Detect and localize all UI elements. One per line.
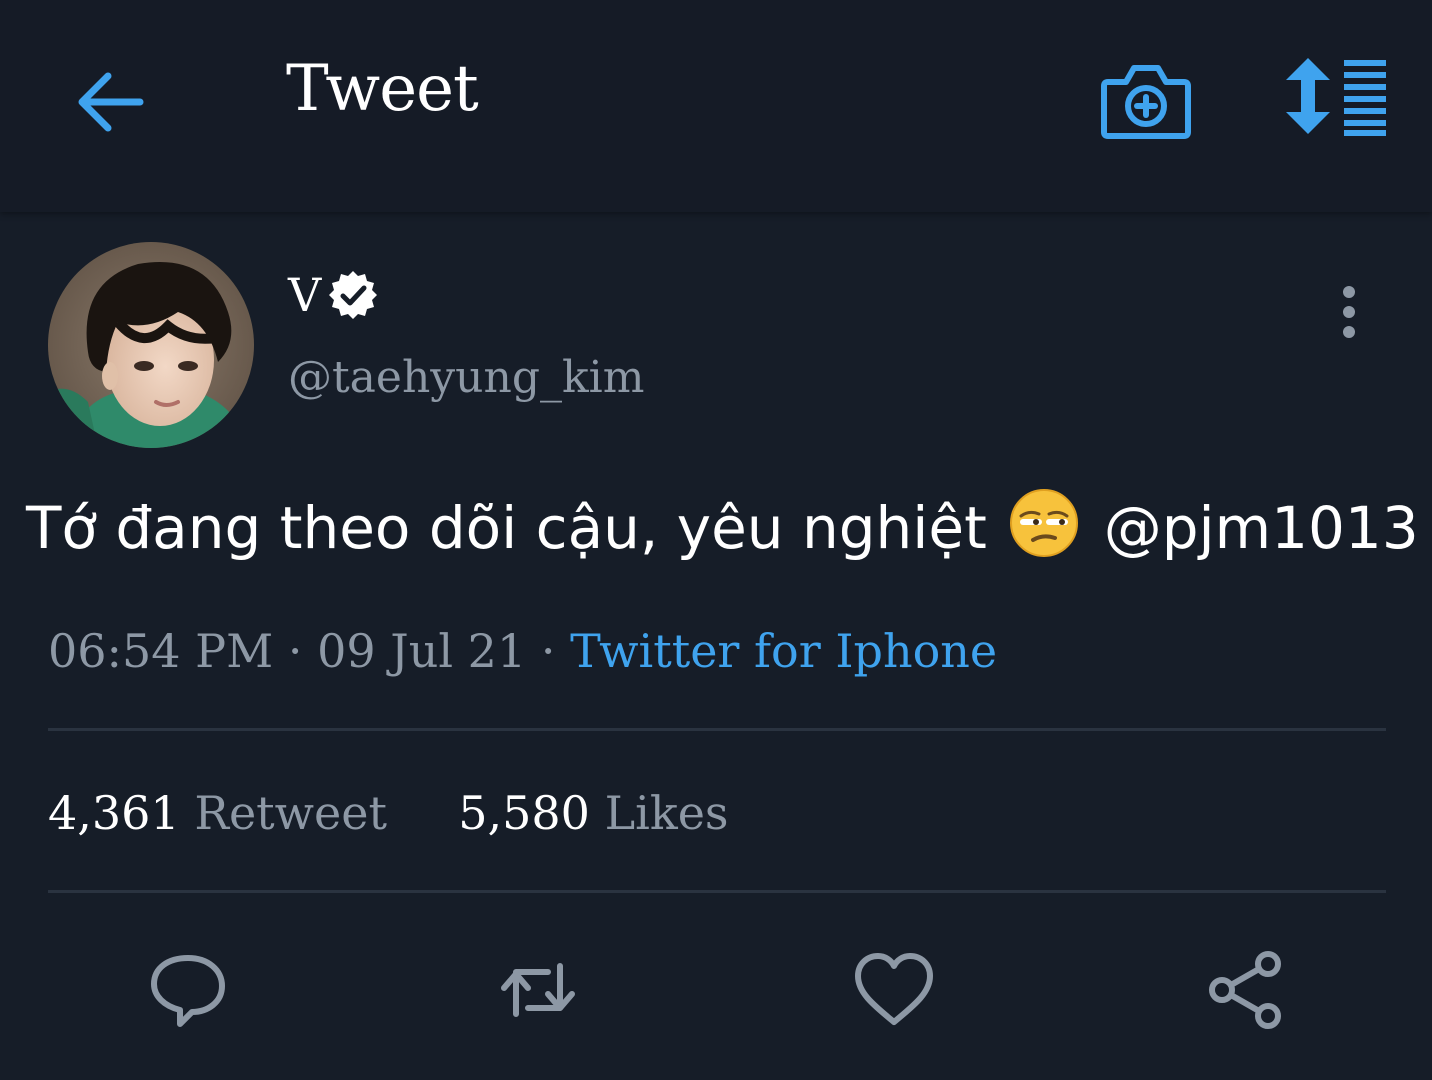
divider — [48, 890, 1386, 893]
likes-count: 5,580 — [458, 786, 590, 840]
heart-icon — [855, 953, 933, 1025]
avatar[interactable] — [48, 242, 254, 448]
share-button[interactable] — [1206, 948, 1290, 1032]
tweet-body: Tớ đang theo dõi cậu, yêu nghiệt — [26, 494, 987, 562]
camera-plus-icon — [1101, 65, 1191, 139]
page-title: Tweet — [286, 52, 479, 126]
top-app-bar: Tweet — [0, 0, 1432, 212]
verified-badge-icon — [329, 271, 378, 319]
back-button[interactable] — [74, 64, 150, 140]
like-button[interactable] — [852, 948, 936, 1032]
retweet-button[interactable] — [496, 948, 580, 1032]
user-handle[interactable]: @taehyung_kim — [288, 352, 644, 403]
reply-icon — [151, 955, 225, 1027]
retweet-label: Retweet — [194, 786, 387, 840]
share-icon — [1209, 951, 1281, 1029]
tweet-text: Tớ đang theo dõi cậu, yêu nghiệt @pjm101… — [26, 488, 1426, 566]
meta-separator: · — [540, 624, 556, 678]
sort-button[interactable] — [1284, 58, 1388, 138]
tweet-time: 06:54 PM — [48, 624, 274, 678]
meta-separator: · — [287, 624, 303, 678]
sort-list-icon — [1286, 58, 1386, 136]
more-vertical-icon — [1343, 286, 1355, 338]
tweet-stats: 4,361 Retweet 5,580 Likes — [48, 786, 729, 840]
author-name-row: V — [288, 268, 379, 322]
profile-photo — [48, 242, 254, 448]
retweet-icon — [501, 963, 575, 1017]
likes-stat[interactable]: 5,580 Likes — [458, 786, 728, 840]
back-arrow-icon — [78, 72, 144, 132]
reply-button[interactable] — [146, 948, 230, 1032]
tweet-date: 09 Jul 21 — [317, 624, 527, 678]
display-name[interactable]: V — [288, 268, 321, 322]
tweet-source-link[interactable]: Twitter for Iphone — [570, 624, 997, 678]
likes-label: Likes — [604, 786, 729, 840]
mention-link[interactable]: @pjm1013 — [1104, 494, 1419, 562]
retweet-stat[interactable]: 4,361 Retweet — [48, 786, 402, 840]
unamused-face-icon — [1010, 489, 1079, 557]
tweet-meta: 06:54 PM · 09 Jul 21 · Twitter for Iphon… — [48, 624, 997, 678]
more-options-button[interactable] — [1334, 284, 1364, 340]
retweet-count: 4,361 — [48, 786, 180, 840]
divider — [48, 728, 1386, 731]
camera-button[interactable] — [1100, 60, 1192, 142]
